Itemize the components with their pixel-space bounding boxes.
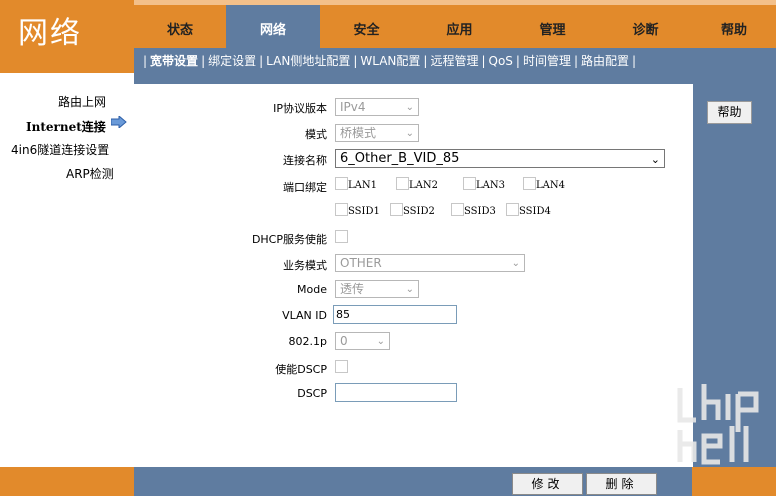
top-nav: 状态 网络 安全 应用 管理 诊断 帮助 <box>134 0 776 48</box>
lan3-checkbox[interactable] <box>463 177 476 190</box>
lan4-checkbox[interactable] <box>523 177 536 190</box>
sub-nav-separator: | <box>259 54 264 68</box>
tab-management[interactable]: 管理 <box>506 5 599 48</box>
chiphell-watermark-logo <box>677 384 759 465</box>
sub-nav-separator: | <box>573 54 579 68</box>
enable-dscp-checkbox[interactable] <box>335 360 348 373</box>
lan2-label: LAN2 <box>409 180 438 191</box>
lan2-checkbox[interactable] <box>396 177 409 190</box>
subnav-binding[interactable]: 绑定设置 <box>208 54 256 68</box>
subnav-qos[interactable]: QoS <box>489 54 513 68</box>
mode-select[interactable]: 桥模式 ⌄ <box>335 124 419 142</box>
ssid2-checkbox[interactable] <box>390 203 403 216</box>
sub-nav-separator: | <box>632 54 637 68</box>
enable-dscp-label: 使能DSCP <box>275 363 327 376</box>
sub-nav-separator: | <box>481 54 486 68</box>
sub-nav-separator: | <box>423 54 428 68</box>
sidebar-item-arp[interactable]: ARP检测 <box>66 165 114 182</box>
port-binding-label: 端口绑定 <box>283 181 327 194</box>
sub-nav-separator: | <box>353 54 358 68</box>
p8021-value: 0 <box>340 334 348 348</box>
modify-button[interactable]: 修改 <box>512 473 583 495</box>
ip-version-select[interactable]: IPv4 ⌄ <box>335 98 419 116</box>
ssid2-label: SSID2 <box>403 206 435 217</box>
footer-right <box>692 467 776 496</box>
subnav-remote-management[interactable]: 远程管理 <box>430 54 478 68</box>
connection-name-value: 6_Other_B_VID_85 <box>340 151 460 166</box>
ssid1-label: SSID1 <box>348 206 380 217</box>
footer-left <box>0 467 134 496</box>
tab-network[interactable]: 网络 <box>226 5 320 48</box>
brand-logo: 网络 <box>0 0 134 73</box>
connection-name-select[interactable]: 6_Other_B_VID_85 ⌄ <box>335 149 665 168</box>
p8021-label: 802.1p <box>288 335 327 348</box>
tab-diagnostics[interactable]: 诊断 <box>599 5 692 48</box>
ssid4-checkbox[interactable] <box>506 203 519 216</box>
brand-logo-text: 网络 <box>18 16 82 51</box>
mode-value: 桥模式 <box>340 126 377 140</box>
service-mode-value: OTHER <box>340 256 382 270</box>
subnav-broadband[interactable]: 宽带设置 <box>150 54 198 68</box>
ssid1-checkbox[interactable] <box>335 203 348 216</box>
help-button[interactable]: 帮助 <box>707 101 752 124</box>
sub-nav-separator: | <box>201 54 206 68</box>
tab-security[interactable]: 安全 <box>320 5 413 48</box>
lan4-label: LAN4 <box>536 180 565 191</box>
watermark-url: www.chiphell.com <box>549 452 667 467</box>
vlan-id-label: VLAN ID <box>282 309 327 322</box>
sub-nav-separator: | <box>143 54 148 68</box>
subnav-time-management[interactable]: 时间管理 <box>523 54 571 68</box>
sub-nav-separator: | <box>515 54 520 68</box>
dhcp-label: DHCP服务使能 <box>251 233 327 246</box>
sidebar-item-internet[interactable]: Internet连接 <box>26 118 106 135</box>
dscp-input[interactable] <box>335 383 457 402</box>
tab-help[interactable]: 帮助 <box>692 5 776 48</box>
lan3-label: LAN3 <box>476 180 505 191</box>
dscp-label: DSCP <box>297 387 327 400</box>
chevron-down-icon: ⌄ <box>405 128 414 139</box>
lan1-label: LAN1 <box>348 180 377 191</box>
delete-button[interactable]: 删除 <box>586 473 657 495</box>
connection-name-label: 连接名称 <box>283 154 327 167</box>
sidebar: 路由上网 Internet连接 4in6隧道连接设置 ARP检测 <box>0 73 134 467</box>
tab-application[interactable]: 应用 <box>413 5 506 48</box>
sidebar-item-4in6[interactable]: 4in6隧道连接设置 <box>11 141 109 158</box>
ip-version-label: IP协议版本 <box>273 102 327 115</box>
chevron-down-icon: ⌄ <box>405 102 414 113</box>
sidebar-item-routing[interactable]: 路由上网 <box>58 93 106 110</box>
sub-nav: | 宽带设置 | 绑定设置 | LAN侧地址配置 | WLAN配置 | 远程管理 | QoS | 时间管理… <box>134 48 776 73</box>
chevron-down-icon: ⌄ <box>511 258 520 269</box>
mode2-label: Mode <box>297 283 327 296</box>
p8021-select[interactable]: 0 ⌄ <box>335 332 390 350</box>
arrow-right-icon <box>111 116 127 128</box>
ssid3-checkbox[interactable] <box>451 203 464 216</box>
ssid4-label: SSID4 <box>519 206 551 217</box>
chevron-down-icon: ⌄ <box>405 284 414 295</box>
mode2-select[interactable]: 透传 ⌄ <box>335 280 419 298</box>
chevron-down-icon: ⌄ <box>376 336 385 347</box>
subnav-lan-address[interactable]: LAN侧地址配置 <box>266 54 350 68</box>
mode2-value: 透传 <box>340 282 365 296</box>
ip-version-value: IPv4 <box>340 100 366 114</box>
vlan-id-input[interactable]: 85 <box>333 305 457 324</box>
service-mode-select[interactable]: OTHER ⌄ <box>335 254 525 272</box>
service-mode-label: 业务模式 <box>283 259 327 272</box>
chevron-down-icon: ⌄ <box>650 153 660 166</box>
subnav-routing[interactable]: 路由配置 <box>581 54 629 68</box>
dhcp-checkbox[interactable] <box>335 230 348 243</box>
mode-label: 模式 <box>305 128 327 141</box>
lan1-checkbox[interactable] <box>335 177 348 190</box>
subnav-wlan[interactable]: WLAN配置 <box>360 54 420 68</box>
ssid3-label: SSID3 <box>464 206 496 217</box>
tab-status[interactable]: 状态 <box>134 5 226 48</box>
